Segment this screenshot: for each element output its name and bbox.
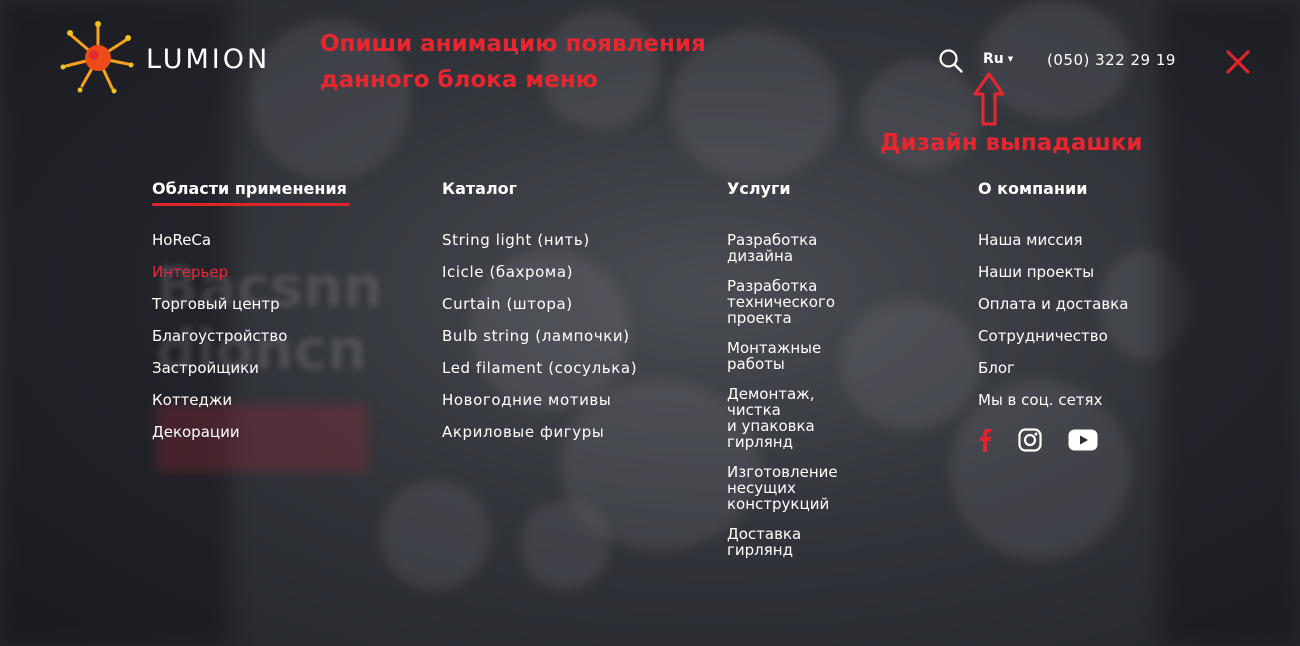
logo-mark-icon <box>60 21 134 94</box>
annotation-menu-animation: Опиши анимацию появления данного блока м… <box>320 31 706 93</box>
menu-item: Мы в соц. сетях <box>978 391 1103 409</box>
menu-heading-company[interactable]: О компании <box>978 178 1087 200</box>
menu-heading-services[interactable]: Услуги <box>727 178 791 200</box>
menu-column-company: О компании Наша миссия Наши проекты Опла… <box>978 178 1128 452</box>
menu-item[interactable]: HoReCa <box>152 232 287 264</box>
language-dropdown[interactable]: Ru ▼ <box>983 51 1013 67</box>
instagram-icon[interactable] <box>1018 428 1042 452</box>
menu-item[interactable]: Блог <box>978 360 1128 392</box>
menu-item[interactable]: Благоустройство <box>152 328 287 360</box>
logo-text: LUMION <box>146 44 271 75</box>
search-icon[interactable] <box>938 48 964 74</box>
menu-column-applications: Области применения HoReCa Интерьер Торго… <box>152 178 350 440</box>
menu-heading-applications[interactable]: Области применения <box>152 178 350 200</box>
close-icon[interactable] <box>1223 47 1253 77</box>
menu-heading-catalog[interactable]: Каталог <box>442 178 517 200</box>
menu-item[interactable]: Демонтаж, чистка и упаковка гирлянд <box>727 386 838 450</box>
menu-item[interactable]: Акриловые фигуры <box>442 424 637 456</box>
menu-item[interactable]: Led filament (сосулька) <box>442 360 637 392</box>
annotation-dropdown-design: Дизайн выпадашки <box>880 130 1143 156</box>
logo[interactable]: LUMION <box>58 20 273 96</box>
menu-item[interactable]: Bulb string (лампочки) <box>442 328 637 360</box>
menu-item[interactable]: Декорации <box>152 424 287 456</box>
menu-item[interactable]: Новогодние мотивы <box>442 392 637 424</box>
menu-item[interactable]: Застройщики <box>152 360 287 392</box>
menu-item[interactable]: String light (нить) <box>442 232 637 264</box>
youtube-icon[interactable] <box>1068 429 1098 451</box>
language-label: Ru <box>983 51 1004 67</box>
menu-item[interactable]: Коттеджи <box>152 392 287 424</box>
menu-column-catalog: Каталог String light (нить) Icicle (бахр… <box>442 178 637 440</box>
caret-down-icon: ▼ <box>1007 55 1014 63</box>
arrow-up-icon <box>973 72 1005 126</box>
phone-number[interactable]: (050) 322 29 19 <box>1047 51 1176 69</box>
menu-item[interactable]: Наша миссия <box>978 232 1128 264</box>
facebook-icon[interactable] <box>978 428 992 452</box>
menu-item[interactable]: Монтажные работы <box>727 340 838 372</box>
menu-item[interactable]: Curtain (штора) <box>442 296 637 328</box>
menu-item[interactable]: Доставка гирлянд <box>727 526 838 558</box>
menu-item[interactable]: Разработка дизайна <box>727 232 838 264</box>
menu-item[interactable]: Наши проекты <box>978 264 1128 296</box>
menu-item-active[interactable]: Интерьер <box>152 264 287 296</box>
menu-item[interactable]: Разработка технического проекта <box>727 278 838 326</box>
menu-item[interactable]: Сотрудничество <box>978 328 1128 360</box>
menu-item[interactable]: Торговый центр <box>152 296 287 328</box>
social-links <box>978 428 1098 452</box>
menu-column-services: Услуги Разработка дизайна Разработка тех… <box>727 178 838 558</box>
menu-item[interactable]: Icicle (бахрома) <box>442 264 637 296</box>
active-heading-underline <box>152 203 350 206</box>
menu-item[interactable]: Изготовление несущих конструкций <box>727 464 838 512</box>
menu-item[interactable]: Оплата и доставка <box>978 296 1128 328</box>
